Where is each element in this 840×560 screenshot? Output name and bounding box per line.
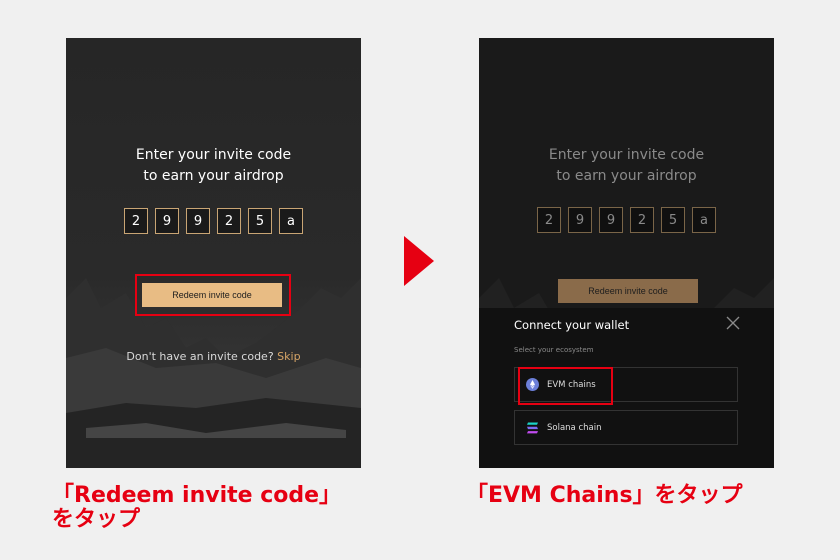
sheet-title: Connect your wallet	[514, 318, 630, 332]
invite-heading-line1: Enter your invite code	[135, 147, 292, 163]
invite-heading-line2: to earn your airdrop	[556, 168, 697, 184]
invite-heading-line1: Enter your invite code	[548, 147, 705, 163]
code-digit-2[interactable]: 9	[155, 208, 179, 234]
invite-code-input-dimmed: 2 9 9 2 5 a	[479, 207, 774, 233]
solana-icon	[526, 421, 539, 434]
code-digit-4: 2	[630, 207, 654, 233]
code-digit-6[interactable]: a	[279, 208, 303, 234]
connect-wallet-screen: Enter your invite code to earn your aird…	[479, 38, 774, 468]
invite-code-input[interactable]: 2 9 9 2 5 a	[66, 208, 361, 234]
left-caption-line2: をタップ	[52, 507, 141, 532]
right-caption: 「EVM Chains」をタップ	[466, 483, 743, 508]
left-caption: 「Redeem invite code」 をタップ	[52, 484, 341, 532]
solana-chain-label: Solana chain	[547, 422, 602, 433]
invite-heading-line2: to earn your airdrop	[143, 168, 284, 184]
tap-highlight-box	[518, 367, 613, 405]
connect-wallet-sheet: Connect your wallet Select your ecosyste…	[479, 308, 774, 468]
tap-highlight-box	[135, 274, 291, 316]
no-code-row: Don't have an invite code? Skip	[66, 350, 361, 363]
code-digit-4[interactable]: 2	[217, 208, 241, 234]
invite-heading-dimmed: Enter your invite code to earn your aird…	[479, 145, 774, 187]
invite-heading: Enter your invite code to earn your aird…	[66, 145, 361, 187]
sheet-subtitle: Select your ecosystem	[514, 346, 594, 354]
code-digit-5[interactable]: 5	[248, 208, 272, 234]
code-digit-3[interactable]: 9	[186, 208, 210, 234]
solana-chain-option[interactable]: Solana chain	[514, 410, 738, 445]
code-digit-3: 9	[599, 207, 623, 233]
invite-code-screen: Enter your invite code to earn your aird…	[66, 38, 361, 468]
skip-link[interactable]: Skip	[277, 350, 300, 363]
code-digit-5: 5	[661, 207, 685, 233]
redeem-invite-button-dimmed: Redeem invite code	[558, 279, 698, 303]
left-caption-line1: 「Redeem invite code」	[52, 483, 342, 508]
code-digit-1[interactable]: 2	[124, 208, 148, 234]
code-digit-6: a	[692, 207, 716, 233]
next-step-arrow-icon	[404, 236, 434, 286]
close-icon[interactable]	[726, 316, 740, 330]
code-digit-1: 2	[537, 207, 561, 233]
code-digit-2: 9	[568, 207, 592, 233]
no-code-text: Don't have an invite code?	[126, 350, 274, 363]
